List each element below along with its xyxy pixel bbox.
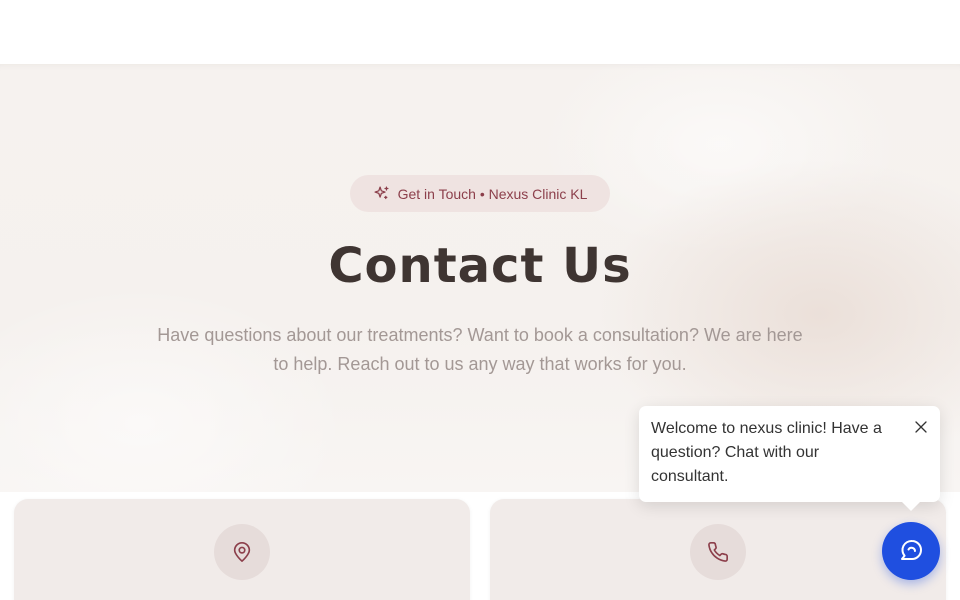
chat-welcome-message: Welcome to nexus clinic! Have a question… — [651, 420, 882, 485]
phone-icon — [708, 542, 728, 562]
location-icon-circle — [214, 524, 270, 580]
badge-label: Get in Touch • Nexus Clinic KL — [397, 185, 588, 202]
phone-icon-circle — [690, 524, 746, 580]
chat-welcome-popup[interactable]: Welcome to nexus clinic! Have a question… — [639, 406, 940, 511]
get-in-touch-badge: Get in Touch • Nexus Clinic KL — [350, 175, 610, 212]
top-navigation-bar — [0, 0, 960, 64]
chat-popup-close-button[interactable] — [914, 420, 928, 434]
chat-launcher-button[interactable] — [882, 522, 940, 580]
page-subtitle: Have questions about our treatments? Wan… — [157, 325, 803, 374]
close-icon — [915, 421, 927, 433]
page-title: Contact Us — [328, 238, 632, 294]
location-card — [14, 499, 470, 600]
chat-icon — [901, 540, 922, 560]
phone-card — [490, 499, 946, 600]
sparkles-icon — [374, 186, 389, 200]
map-pin-icon — [233, 542, 251, 562]
